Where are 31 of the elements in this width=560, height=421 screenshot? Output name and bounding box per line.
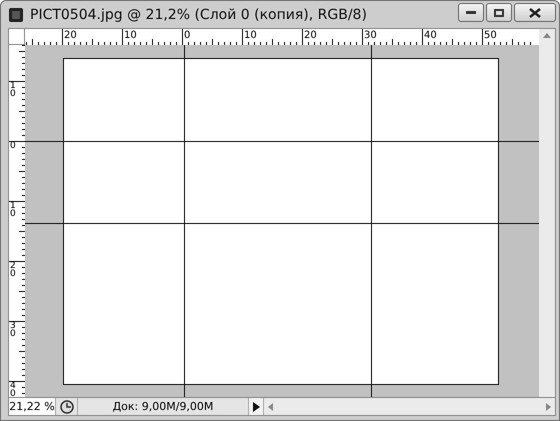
ruler-label: 40 (10, 381, 16, 397)
close-icon (529, 8, 541, 18)
ruler-label: 30 (10, 321, 16, 339)
close-button[interactable] (514, 3, 556, 22)
scroll-right-icon (546, 402, 551, 410)
horizontal-scrollbar[interactable] (264, 398, 555, 415)
ruler-label: 50 (484, 30, 497, 41)
play-icon (252, 402, 260, 412)
app-icon (8, 6, 24, 22)
maximize-button[interactable] (486, 3, 512, 22)
ruler-label: 10 (124, 30, 137, 41)
ruler-label: 0 (184, 30, 190, 41)
ruler-label: 10 (10, 201, 16, 219)
ruler-label: 40 (424, 30, 437, 41)
window-title: PICT0504.jpg @ 21,2% (Слой 0 (копия), RGB/8) (30, 6, 368, 22)
vertical-scrollbar[interactable] (539, 29, 555, 397)
ruler-label: 20 (10, 261, 16, 279)
zoom-field[interactable]: 21,22 % (9, 398, 56, 415)
ruler-label: 10 (10, 81, 16, 99)
ruler-label: 0 (10, 141, 16, 151)
scroll-up-icon (543, 33, 551, 38)
ruler-label: 10 (244, 30, 257, 41)
maximize-icon (494, 8, 504, 16)
scroll-left-icon (268, 402, 273, 410)
ruler-label: 20 (304, 30, 317, 41)
ruler-origin[interactable] (9, 29, 25, 45)
ruler-label: 20 (64, 30, 77, 41)
info-menu-button[interactable] (249, 398, 264, 415)
minimize-button[interactable] (458, 3, 484, 22)
minimize-icon (466, 10, 476, 14)
ruler-label: 30 (364, 30, 377, 41)
